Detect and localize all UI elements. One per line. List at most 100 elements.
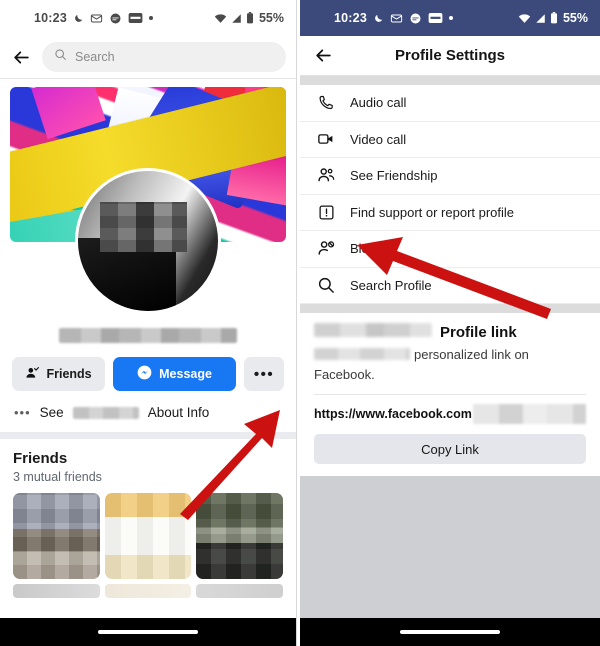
search-placeholder: Search xyxy=(75,50,115,64)
copy-link-button[interactable]: Copy Link xyxy=(314,434,586,464)
friends-thumbnail-row-2 xyxy=(13,584,284,598)
battery-icon xyxy=(550,12,558,24)
battery-icon xyxy=(246,12,254,24)
profile-link-card: Profile link personalized link on Facebo… xyxy=(300,313,600,476)
search-input[interactable]: Search xyxy=(42,42,286,72)
cellular-signal-icon xyxy=(535,13,546,24)
avatar-blur-mask xyxy=(100,201,188,253)
profile-settings-menu: Audio call Video call See Friendship Fin… xyxy=(300,85,600,304)
email-icon xyxy=(390,12,403,25)
profile-action-row: Friends Message ••• xyxy=(0,343,296,391)
friends-section: Friends 3 mutual friends xyxy=(0,439,296,598)
friends-button[interactable]: Friends xyxy=(12,357,106,391)
profile-link-url-redacted xyxy=(472,404,586,424)
phone-icon xyxy=(316,93,336,113)
nav-home-pill[interactable] xyxy=(98,630,198,634)
menu-item-block[interactable]: Block xyxy=(300,231,600,268)
block-person-icon xyxy=(316,239,336,259)
profile-link-url[interactable]: https://www.facebook.com xyxy=(314,404,586,424)
profile-name-redacted xyxy=(314,323,432,337)
message-button[interactable]: Message xyxy=(113,357,236,391)
menu-item-see-friendship[interactable]: See Friendship xyxy=(300,158,600,195)
see-about-name-redacted xyxy=(72,406,139,419)
cellular-signal-icon xyxy=(231,13,242,24)
friend-thumbnail[interactable] xyxy=(196,584,284,598)
friend-thumbnail[interactable] xyxy=(13,493,100,579)
menu-item-label: Find support or report profile xyxy=(350,204,515,220)
menu-item-label: Audio call xyxy=(350,95,407,111)
friend-thumbnail[interactable] xyxy=(13,584,100,598)
friend-thumbnail[interactable] xyxy=(104,493,192,579)
exclamation-box-icon xyxy=(316,202,336,222)
status-bar-time: 10:23 xyxy=(34,11,67,25)
dual-screenshot-container: 10:23 55% Search Friends Message ••• •••… xyxy=(0,0,600,646)
see-about-suffix: About Info xyxy=(147,405,210,420)
chat-bubble-icon xyxy=(409,12,422,25)
search-icon xyxy=(54,48,67,66)
see-about-info-row[interactable]: ••• See About Info xyxy=(0,391,296,432)
status-bar-left: 10:23 55% xyxy=(0,0,296,36)
profile-link-heading-row: Profile link xyxy=(314,323,586,341)
messenger-icon xyxy=(137,365,152,383)
search-icon xyxy=(316,275,336,295)
friends-section-title: Friends xyxy=(13,450,68,467)
wifi-icon xyxy=(214,13,227,24)
chat-bubble-icon xyxy=(109,12,122,25)
profile-link-description: personalized link on Facebook. xyxy=(314,345,586,384)
friends-button-label: Friends xyxy=(46,367,92,381)
status-bar-left-group: 10:23 xyxy=(334,11,453,25)
video-camera-icon xyxy=(316,129,336,149)
friend-thumbnail[interactable] xyxy=(196,493,284,579)
status-bar-time: 10:23 xyxy=(334,11,367,25)
android-nav-bar xyxy=(300,618,600,646)
search-row: Search xyxy=(0,36,296,78)
back-arrow-icon[interactable] xyxy=(314,46,333,65)
right-panel-body: Audio call Video call See Friendship Fin… xyxy=(300,85,600,645)
left-phone-panel: 10:23 55% Search Friends Message ••• •••… xyxy=(0,0,297,646)
header-gap-strip xyxy=(300,76,600,85)
battery-percent-label: 55% xyxy=(258,11,284,25)
profile-name-redacted xyxy=(59,328,237,343)
menu-item-audio-call[interactable]: Audio call xyxy=(300,85,600,122)
profile-link-url-prefix: https://www.facebook.com xyxy=(314,407,472,421)
do-not-disturb-moon-icon xyxy=(373,13,384,24)
message-button-label: Message xyxy=(159,367,212,381)
friends-thumbnail-grid xyxy=(13,493,284,579)
more-dots-icon: ••• xyxy=(14,405,31,420)
nav-home-pill[interactable] xyxy=(400,630,500,634)
menu-item-label: Video call xyxy=(350,131,407,147)
profile-settings-header: Profile Settings xyxy=(300,36,600,76)
status-bar-right: 10:23 55% xyxy=(300,0,600,36)
status-bar-left-group: 10:23 xyxy=(34,11,153,25)
more-options-button[interactable]: ••• xyxy=(244,357,284,391)
profile-name-redacted-inline xyxy=(314,348,410,360)
avatar[interactable] xyxy=(75,168,221,314)
card-icon xyxy=(128,12,143,24)
menu-card-gap xyxy=(300,304,600,313)
battery-percent-label: 55% xyxy=(562,11,588,25)
cover-photo-area xyxy=(0,79,296,314)
mutual-friends-count: 3 mutual friends xyxy=(13,470,102,484)
wifi-icon xyxy=(518,13,531,24)
android-nav-bar xyxy=(0,618,296,646)
menu-item-label: Search Profile xyxy=(350,277,432,293)
profile-link-divider xyxy=(314,394,586,395)
dot-icon xyxy=(148,16,153,20)
page-title: Profile Settings xyxy=(394,47,506,64)
menu-item-video-call[interactable]: Video call xyxy=(300,121,600,158)
status-bar-right-group: 55% xyxy=(518,11,588,25)
back-arrow-icon[interactable] xyxy=(8,44,34,70)
email-icon xyxy=(90,12,103,25)
friend-thumbnail[interactable] xyxy=(104,584,192,598)
dot-icon xyxy=(448,16,453,20)
people-icon xyxy=(316,166,336,186)
do-not-disturb-moon-icon xyxy=(73,13,84,24)
right-phone-panel: 10:23 55% Profile Settings Audio call Vi… xyxy=(300,0,600,646)
profile-link-title: Profile link xyxy=(440,324,517,341)
menu-item-search-profile[interactable]: Search Profile xyxy=(300,267,600,304)
see-about-prefix: See xyxy=(39,405,64,420)
status-bar-right-group: 55% xyxy=(214,11,284,25)
card-icon xyxy=(428,12,443,24)
section-separator xyxy=(0,432,296,439)
menu-item-find-support-or-report-profile[interactable]: Find support or report profile xyxy=(300,194,600,231)
